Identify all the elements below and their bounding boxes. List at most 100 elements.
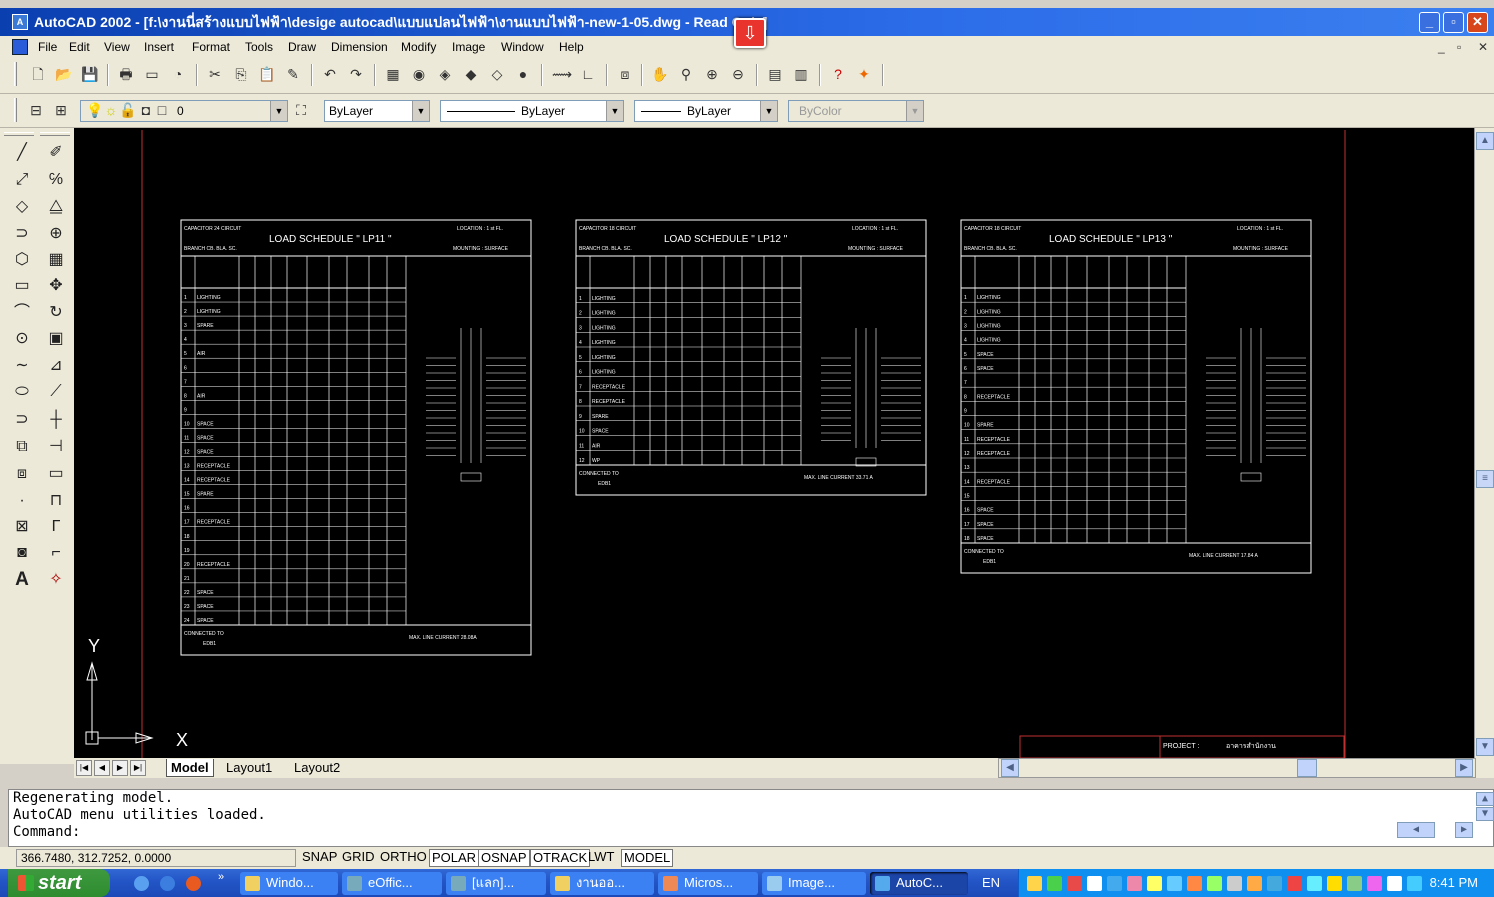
- undo-icon[interactable]: ↶: [320, 64, 340, 84]
- layer-previous-icon[interactable]: ⊞: [51, 100, 71, 120]
- polyline-icon[interactable]: ◇: [11, 196, 33, 218]
- doc-restore-button[interactable]: ▫: [1457, 36, 1461, 58]
- ucs-flyout-icon[interactable]: ∟: [578, 64, 598, 84]
- tray-icon[interactable]: [1267, 876, 1282, 891]
- ucs-icon[interactable]: ◆: [461, 64, 481, 84]
- insert-block-icon[interactable]: ⧉: [11, 436, 33, 458]
- scroll-right-icon[interactable]: ▶: [1455, 759, 1473, 777]
- chevron-down-icon[interactable]: ▼: [270, 101, 287, 121]
- move-icon[interactable]: ✥: [45, 275, 67, 297]
- spline-icon[interactable]: ∼: [11, 355, 33, 377]
- model-toggle[interactable]: MODEL: [621, 849, 674, 867]
- multiline-text-icon[interactable]: A: [11, 569, 33, 591]
- menu-dimension[interactable]: Dimension: [331, 36, 388, 58]
- quicklaunch-ie-icon[interactable]: [134, 876, 149, 891]
- copy-icon[interactable]: ⎘: [231, 64, 251, 84]
- tray-icon[interactable]: [1327, 876, 1342, 891]
- scroll-down-icon[interactable]: ▼: [1476, 738, 1494, 756]
- lengthen-icon[interactable]: ⟋: [45, 381, 67, 403]
- copy-object-icon[interactable]: ℅: [45, 169, 67, 191]
- tray-icon[interactable]: [1107, 876, 1122, 891]
- task-autocad[interactable]: AutoC...: [870, 872, 968, 895]
- named-views-icon[interactable]: ⧈: [615, 64, 635, 84]
- download-arrow-icon[interactable]: ⇩: [734, 18, 766, 48]
- tray-icon[interactable]: [1207, 876, 1222, 891]
- tray-icon[interactable]: [1347, 876, 1362, 891]
- task-microsoft[interactable]: Micros...: [658, 872, 758, 895]
- arc-icon[interactable]: ▭: [11, 275, 33, 297]
- today-icon[interactable]: ◉: [409, 64, 429, 84]
- color-control-dropdown[interactable]: ByLayer ▼: [324, 100, 430, 122]
- polygon-icon[interactable]: ⊃: [11, 223, 33, 245]
- chamfer-icon[interactable]: Γ: [45, 516, 67, 538]
- cmd-scroll-down-icon[interactable]: ▼: [1476, 807, 1494, 821]
- stretch-icon[interactable]: ⊿: [45, 355, 67, 377]
- explode-icon[interactable]: ✧: [45, 569, 67, 591]
- last-tab-icon[interactable]: ▶|: [130, 760, 146, 776]
- lineweight-control-dropdown[interactable]: ByLayer ▼: [634, 100, 778, 122]
- tray-icon[interactable]: [1367, 876, 1382, 891]
- line-icon[interactable]: ╱: [11, 142, 33, 164]
- tray-icon[interactable]: [1027, 876, 1042, 891]
- start-button[interactable]: start: [8, 869, 110, 897]
- zoom-realtime-icon[interactable]: ⚲: [676, 64, 696, 84]
- quicklaunch-media-icon[interactable]: [186, 876, 201, 891]
- menu-insert[interactable]: Insert: [144, 36, 174, 58]
- tray-icon[interactable]: [1187, 876, 1202, 891]
- array-icon[interactable]: ▦: [45, 249, 67, 271]
- tab-model[interactable]: Model: [166, 759, 214, 777]
- command-window[interactable]: Regenerating model. AutoCAD menu utiliti…: [8, 789, 1494, 847]
- tray-icon[interactable]: [1407, 876, 1422, 891]
- lwt-toggle[interactable]: LWT: [586, 849, 616, 867]
- trim-icon[interactable]: ┼: [45, 409, 67, 431]
- cmd-scroll-up-icon[interactable]: ▲: [1476, 792, 1494, 806]
- linetype-control-dropdown[interactable]: ByLayer ▼: [440, 100, 624, 122]
- menu-file[interactable]: File: [38, 36, 57, 58]
- scroll-thumb[interactable]: ≡: [1476, 470, 1494, 488]
- circle-icon[interactable]: ⌒: [11, 302, 33, 324]
- publish-icon[interactable]: ◔: [168, 64, 188, 84]
- make-layer-current-icon[interactable]: ⛶: [291, 100, 311, 120]
- layer-dropdown[interactable]: 0 ▼: [80, 100, 288, 122]
- doc-close-button[interactable]: ✕: [1478, 36, 1488, 58]
- polar-toggle[interactable]: POLAR: [429, 849, 480, 867]
- properties-icon[interactable]: ●: [513, 64, 533, 84]
- tray-icon[interactable]: [1227, 876, 1242, 891]
- first-tab-icon[interactable]: |◀: [76, 760, 92, 776]
- hyperlink-icon[interactable]: ◈: [435, 64, 455, 84]
- mirror-icon[interactable]: ⧋: [45, 196, 67, 218]
- autocad-app-icon[interactable]: A: [12, 14, 28, 30]
- otrack-toggle[interactable]: OTRACK: [530, 849, 591, 867]
- extend-icon[interactable]: ⊣: [45, 436, 67, 458]
- tool-palette-icon[interactable]: ▥: [791, 64, 811, 84]
- menu-format[interactable]: Format: [192, 36, 230, 58]
- doc-minimize-button[interactable]: _: [1438, 36, 1445, 58]
- tray-icon[interactable]: [1287, 876, 1302, 891]
- zoom-previous-icon[interactable]: ⊖: [728, 64, 748, 84]
- menu-modify[interactable]: Modify: [401, 36, 436, 58]
- scroll-left-icon[interactable]: ◀: [1001, 759, 1019, 777]
- print-preview-icon[interactable]: ▭: [142, 64, 162, 84]
- break-at-point-icon[interactable]: ⊓: [45, 490, 67, 512]
- paste-icon[interactable]: 📋: [257, 64, 277, 84]
- design-center-icon[interactable]: ▦: [383, 64, 403, 84]
- tray-icon[interactable]: [1067, 876, 1082, 891]
- tab-layout2[interactable]: Layout2: [294, 759, 340, 777]
- drawing-area[interactable]: PROJECT : อาคารสำนักงาน Y X LIGHTING 1 LIG…: [74, 128, 1474, 758]
- zoom-window-icon[interactable]: ⊕: [702, 64, 722, 84]
- tray-icon[interactable]: [1247, 876, 1262, 891]
- scale-icon[interactable]: ▣: [45, 328, 67, 350]
- task-thai-1[interactable]: [แลก]...: [446, 872, 546, 895]
- offset-icon[interactable]: ⊕: [45, 223, 67, 245]
- pan-icon[interactable]: ✋: [650, 64, 670, 84]
- task-windows[interactable]: Windo...: [240, 872, 338, 895]
- task-eoffice[interactable]: eOffic...: [342, 872, 442, 895]
- cmd-hscroll-right-icon[interactable]: ▶: [1455, 822, 1473, 838]
- construction-line-icon[interactable]: ⤢: [11, 169, 33, 191]
- chevron-down-icon[interactable]: ▼: [760, 101, 777, 121]
- command-prompt[interactable]: Command:: [13, 824, 1493, 841]
- erase-icon[interactable]: ✐: [45, 142, 67, 164]
- menu-image[interactable]: Image: [452, 36, 485, 58]
- menu-help[interactable]: Help: [559, 36, 584, 58]
- ortho-toggle[interactable]: ORTHO: [378, 849, 429, 867]
